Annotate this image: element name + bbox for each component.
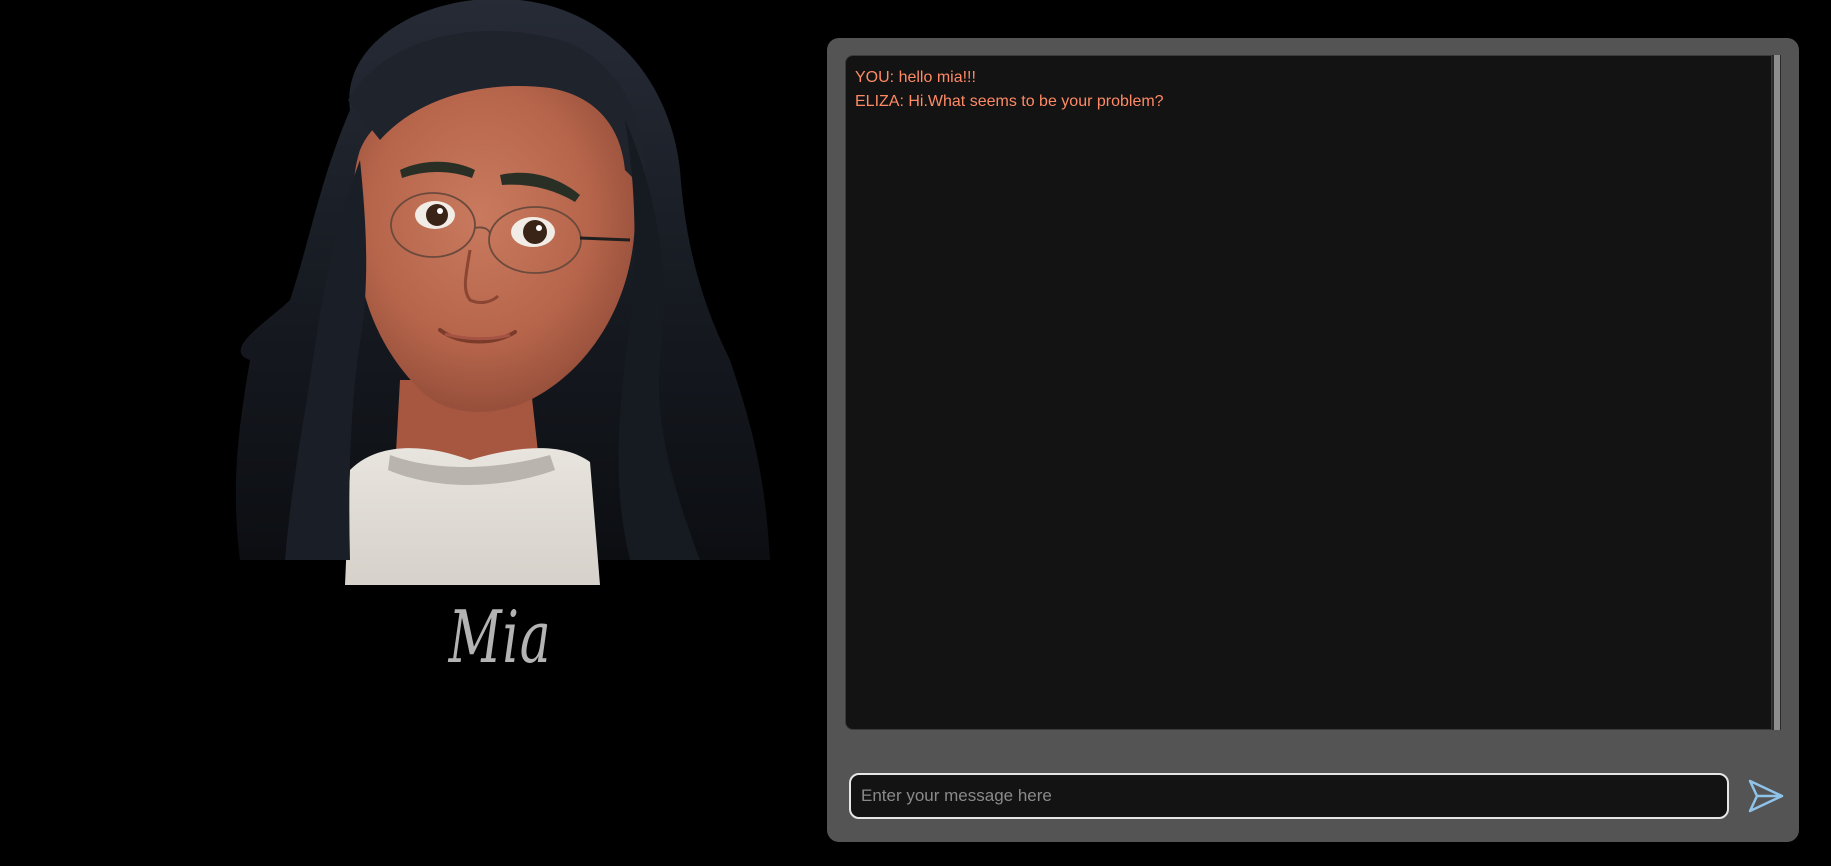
character-name: Mia: [448, 595, 552, 679]
page: Mia YOU: hello mia!!! ELIZA: Hi.What see…: [0, 0, 1831, 866]
chat-log[interactable]: YOU: hello mia!!! ELIZA: Hi.What seems t…: [845, 55, 1772, 730]
send-button[interactable]: [1747, 778, 1785, 814]
avatar-image: [235, 0, 770, 585]
avatar: [230, 0, 770, 585]
chat-scrollbar-thumb[interactable]: [1774, 55, 1780, 730]
message-input[interactable]: [849, 773, 1729, 819]
send-icon: [1748, 779, 1784, 813]
chat-scrollbar[interactable]: [1772, 55, 1781, 730]
composer: [849, 773, 1784, 821]
chat-message: YOU: hello mia!!!: [855, 69, 976, 86]
chat-message: ELIZA: Hi.What seems to be your problem?: [855, 93, 1164, 110]
chat-panel: YOU: hello mia!!! ELIZA: Hi.What seems t…: [827, 38, 1799, 842]
